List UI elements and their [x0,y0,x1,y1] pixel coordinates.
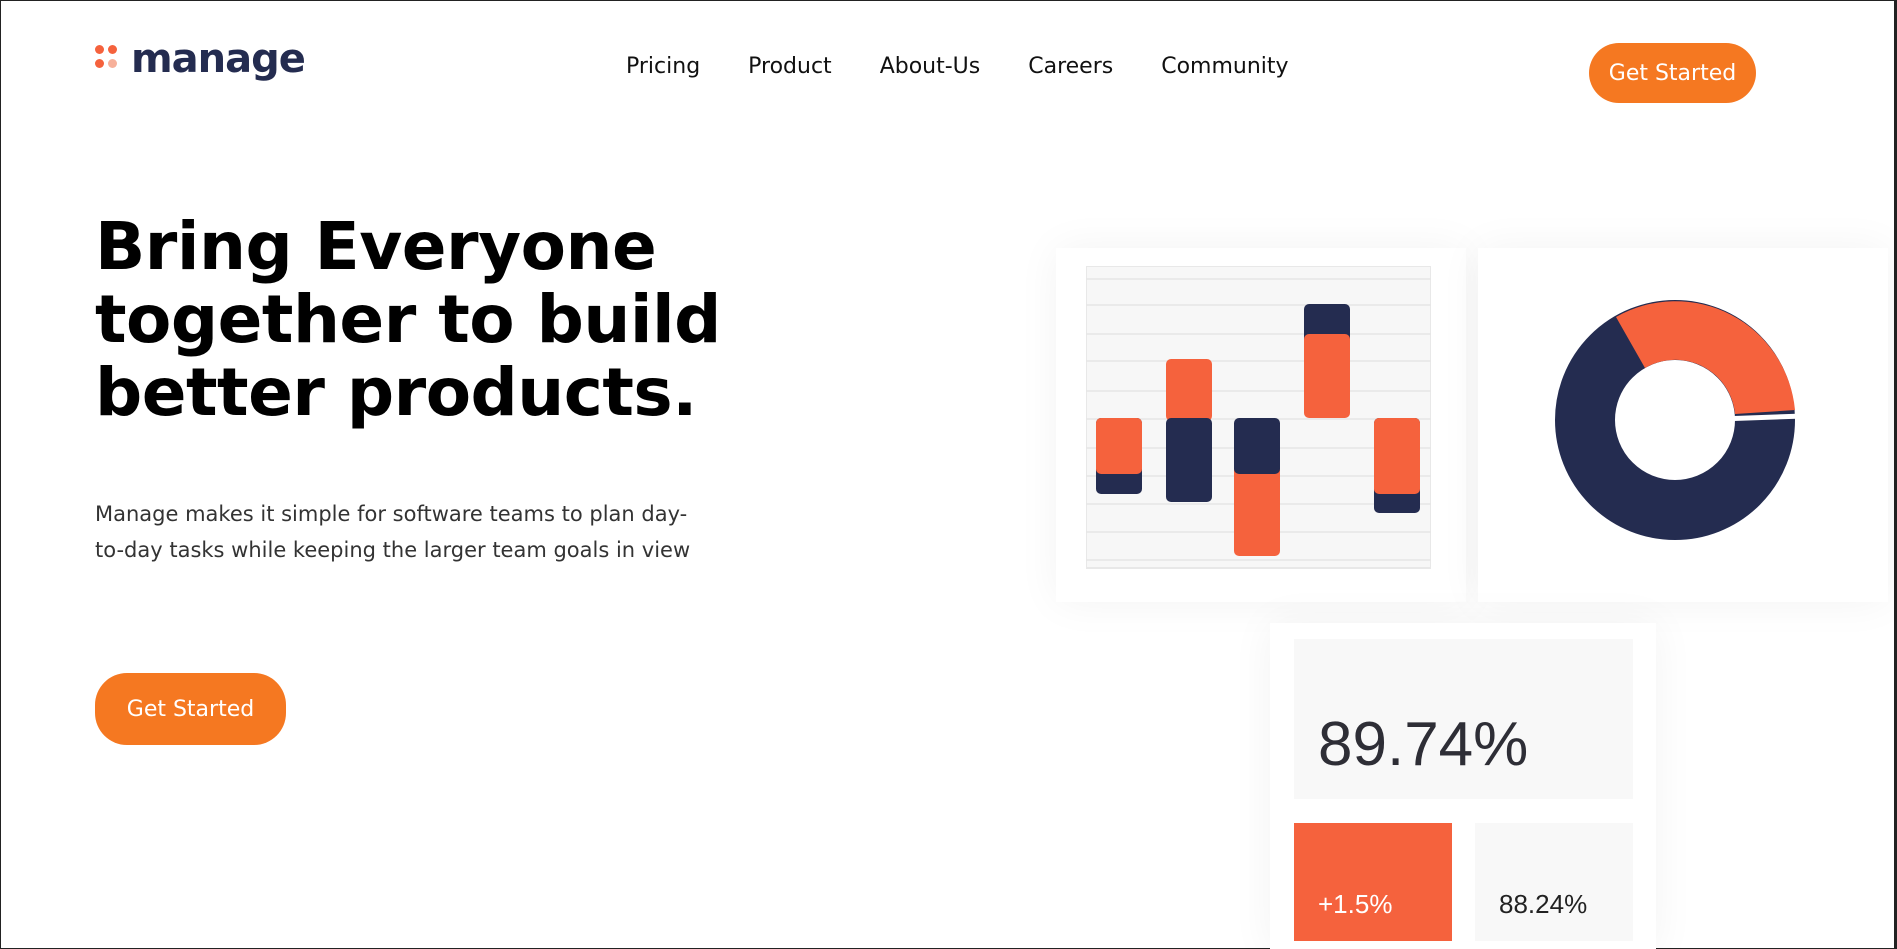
chart-bar [1234,461,1280,556]
stat-main-tile: 89.74% [1294,639,1633,799]
stat-change-value: +1.5% [1318,889,1393,919]
bar-chart-illustration [1086,266,1431,569]
chart-bar [1166,418,1212,502]
chart-bar [1374,418,1420,494]
main-nav: Pricing Product About-Us Careers Communi… [626,54,1289,79]
logo[interactable]: manage [95,36,306,82]
nav-link-product[interactable]: Product [748,54,832,79]
donut-chart-illustration [1555,300,1800,540]
hero-title: Bring Everyone together to build better … [95,208,721,431]
stat-change-tile: +1.5% [1294,823,1452,941]
nav-link-community[interactable]: Community [1161,54,1288,79]
header-get-started-button[interactable]: Get Started [1589,43,1756,103]
stat-secondary-tile: 88.24% [1475,823,1633,941]
nav-link-careers[interactable]: Careers [1028,54,1113,79]
chart-bar [1304,334,1350,418]
stat-main-value: 89.74% [1318,710,1529,779]
chart-bar [1234,418,1280,474]
hero-subtitle: Manage makes it simple for software team… [95,502,691,562]
donut-segment [1616,301,1795,414]
hero-get-started-button[interactable]: Get Started [95,673,286,745]
nav-link-about-us[interactable]: About-Us [880,54,981,79]
four-dot-logo-icon [95,45,119,73]
chart-bar [1096,418,1142,474]
logo-text: manage [131,36,306,82]
chart-bar [1166,359,1212,421]
stat-secondary-value: 88.24% [1499,889,1588,919]
nav-link-pricing[interactable]: Pricing [626,54,700,79]
